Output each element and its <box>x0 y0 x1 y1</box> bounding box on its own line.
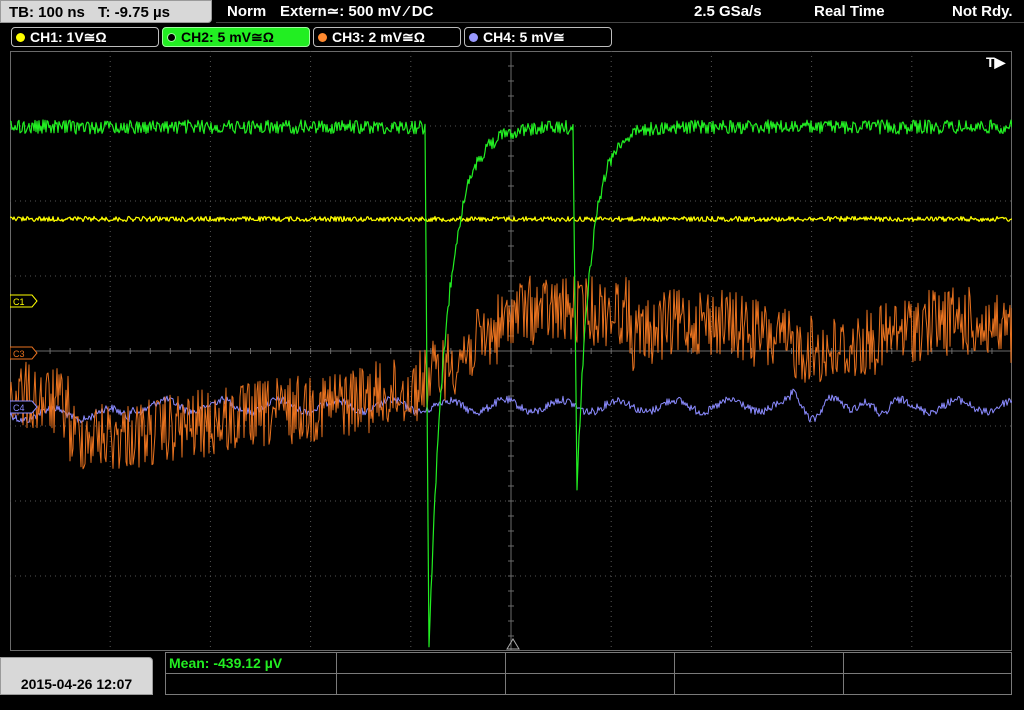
datetime-box: 2015-04-26 12:07 <box>0 657 153 695</box>
channel-tab-ch2[interactable]: CH2: 5 mV≅Ω <box>162 27 310 47</box>
ch2-dot-icon <box>167 33 176 42</box>
ch3-dot-icon <box>318 33 327 42</box>
waveform-display[interactable]: T▶ C1 C3 C4 <box>10 51 1012 651</box>
ch4-dot-icon <box>469 33 478 42</box>
channel-tab-ch4[interactable]: CH4: 5 mV≅ <box>464 27 612 47</box>
svg-text:C3: C3 <box>13 349 25 359</box>
datetime-label: 2015-04-26 12:07 <box>20 676 133 692</box>
ch1-level-marker[interactable]: C1 <box>10 294 38 308</box>
ch2-label: CH2: 5 mV≅Ω <box>181 29 274 45</box>
run-state: Not Rdy. <box>952 3 1013 20</box>
svg-text:C4: C4 <box>13 403 25 413</box>
trigger-mode[interactable]: Norm <box>227 3 266 21</box>
acquisition-mode: Real Time <box>814 3 885 20</box>
measurement-panel[interactable] <box>165 652 1012 695</box>
trigger-time-label: T: -9.75 µs <box>98 4 171 21</box>
ch3-label: CH3: 2 mV≅Ω <box>332 29 425 45</box>
trigger-source[interactable]: Extern≃: 500 mV ⁄ DC <box>280 3 433 21</box>
timebase-label: TB: 100 ns <box>9 4 85 21</box>
ch4-level-marker[interactable]: C4 <box>10 400 38 414</box>
measurement-mean: Mean: -439.12 µV <box>169 655 283 671</box>
svg-text:C1: C1 <box>13 297 25 307</box>
ch4-label: CH4: 5 mV≅ <box>483 29 565 45</box>
timebase-box[interactable]: TB: 100 ns T: -9.75 µs <box>0 0 212 23</box>
ch1-label: CH1: 1V≅Ω <box>30 29 107 45</box>
sample-rate: 2.5 GSa/s <box>694 3 762 20</box>
ch1-dot-icon <box>16 33 25 42</box>
status-bar: TB: 100 ns T: -9.75 µs Norm Extern≃: 500… <box>0 0 1024 25</box>
trigger-position-marker: T▶ <box>986 54 1007 70</box>
channel-tab-ch3[interactable]: CH3: 2 mV≅Ω <box>313 27 461 47</box>
ch3-level-marker[interactable]: C3 <box>10 346 38 360</box>
channel-tab-ch1[interactable]: CH1: 1V≅Ω <box>11 27 159 47</box>
